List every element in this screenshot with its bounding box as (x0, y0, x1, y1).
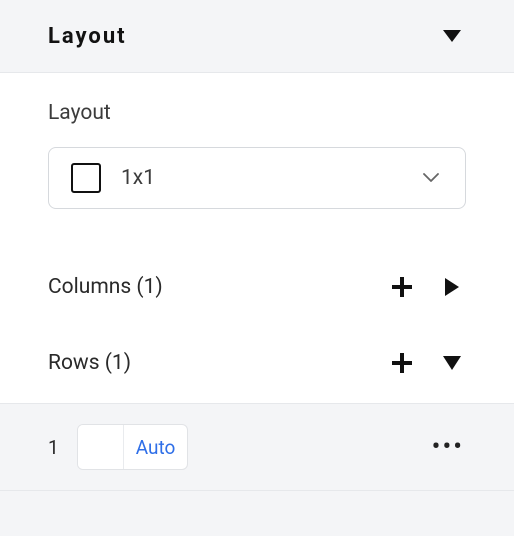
row-detail-left: 1 Auto (48, 424, 188, 470)
collapse-rows-button[interactable] (438, 349, 466, 377)
layout-grid-icon (71, 163, 101, 193)
layout-select-value: 1x1 (121, 166, 155, 190)
layout-section-label: Layout (48, 101, 466, 125)
row-size-mode[interactable]: Auto (124, 436, 188, 459)
layout-panel: Layout Layout 1x1 Columns (1) (0, 0, 514, 491)
chevron-down-icon (423, 173, 439, 183)
row-index: 1 (48, 436, 59, 459)
rows-actions (388, 349, 466, 377)
collapse-icon[interactable] (438, 22, 466, 50)
columns-actions (388, 273, 466, 301)
expand-columns-button[interactable] (438, 273, 466, 301)
rows-row: Rows (1) (48, 327, 466, 403)
row-size-control: Auto (77, 424, 189, 470)
add-row-button[interactable] (388, 349, 416, 377)
panel-header[interactable]: Layout (0, 0, 514, 73)
row-size-input[interactable] (78, 425, 124, 469)
rows-label: Rows (1) (48, 351, 131, 375)
panel-header-title: Layout (48, 24, 127, 49)
layout-select[interactable]: 1x1 (48, 147, 466, 209)
columns-row: Columns (1) (48, 251, 466, 327)
columns-label: Columns (1) (48, 275, 163, 299)
layout-select-left: 1x1 (71, 163, 155, 193)
row-detail: 1 Auto ••• (0, 404, 514, 491)
row-more-button[interactable]: ••• (430, 430, 466, 464)
panel-body: Layout 1x1 Columns (1) Rows (1) (0, 73, 514, 404)
add-column-button[interactable] (388, 273, 416, 301)
